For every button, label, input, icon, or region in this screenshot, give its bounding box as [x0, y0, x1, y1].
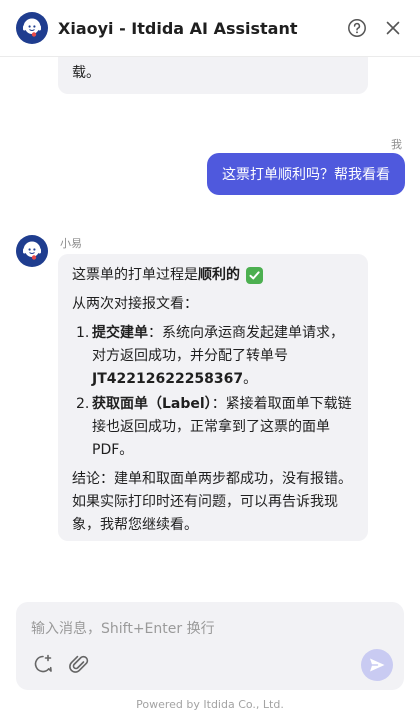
new-chat-button[interactable]: [31, 652, 55, 676]
chat-message-list[interactable]: 载。 我 这票打单顺利吗？帮我看看 小易 这票单的打单过程是 顺利的 从两次对接报…: [0, 57, 420, 602]
step-number: 2.: [76, 396, 90, 412]
check-mark-icon: [246, 267, 263, 284]
step-number: 1.: [76, 325, 90, 341]
message-input-box[interactable]: 输入消息，Shift+Enter 换行: [16, 602, 404, 690]
close-button[interactable]: [382, 17, 404, 39]
step-title: 提交建单: [92, 325, 148, 341]
powered-by-footer: Powered by Itdida Co., Ltd.: [136, 698, 284, 711]
assistant-header: Xiaoyi - Itdida AI Assistant: [0, 0, 420, 57]
previous-ai-message-text: 载。: [72, 65, 100, 81]
answer-line2: 从两次对接报文看：: [72, 296, 198, 312]
message-input-placeholder[interactable]: 输入消息，Shift+Enter 换行: [31, 618, 215, 638]
user-message-text: 这票打单顺利吗？帮我看看: [222, 167, 390, 183]
help-button[interactable]: [346, 17, 368, 39]
assistant-title: Xiaoyi - Itdida AI Assistant: [58, 18, 298, 38]
send-icon: [370, 658, 385, 672]
new-chat-icon: [34, 654, 52, 673]
tracking-number: JT42212622258367: [92, 371, 244, 387]
help-circle-icon: [348, 19, 366, 37]
ai-answer-bubble: 这票单的打单过程是 顺利的 从两次对接报文看： 1. 提交建单：系统向承运商发起建…: [58, 254, 368, 541]
close-icon: [386, 21, 400, 35]
user-message-bubble: 这票打单顺利吗？帮我看看: [207, 153, 405, 195]
answer-conclusion: 结论：建单和取面单两步都成功，没有报错。如果实际打印时还有问题，可以再告诉我现象…: [72, 471, 352, 533]
previous-ai-message: 载。: [58, 57, 368, 94]
step-tail: 。: [243, 371, 258, 387]
answer-intro: 这票单的打单过程是 顺利的: [72, 264, 354, 287]
intro-text: 这票单的打单过程是: [72, 267, 198, 283]
ai-headset-avatar-icon: [16, 235, 48, 267]
attach-button[interactable]: [67, 652, 91, 676]
answer-step: 2. 获取面单（Label）：紧接着取面单下载链接也返回成功，正常拿到了这票的面…: [72, 393, 354, 462]
ai-name-label: 小易: [60, 237, 82, 250]
paperclip-icon: [69, 655, 89, 673]
answer-step: 1. 提交建单：系统向承运商发起建单请求，对方返回成功，并分配了转单号JT422…: [72, 322, 354, 391]
ai-headset-avatar-icon: [16, 12, 48, 44]
answer-steps: 1. 提交建单：系统向承运商发起建单请求，对方返回成功，并分配了转单号JT422…: [72, 322, 354, 462]
intro-bold: 顺利的: [198, 267, 240, 283]
step-title: 获取面单（Label）: [92, 396, 212, 412]
user-name-label: 我: [391, 138, 402, 151]
send-button[interactable]: [361, 649, 393, 681]
